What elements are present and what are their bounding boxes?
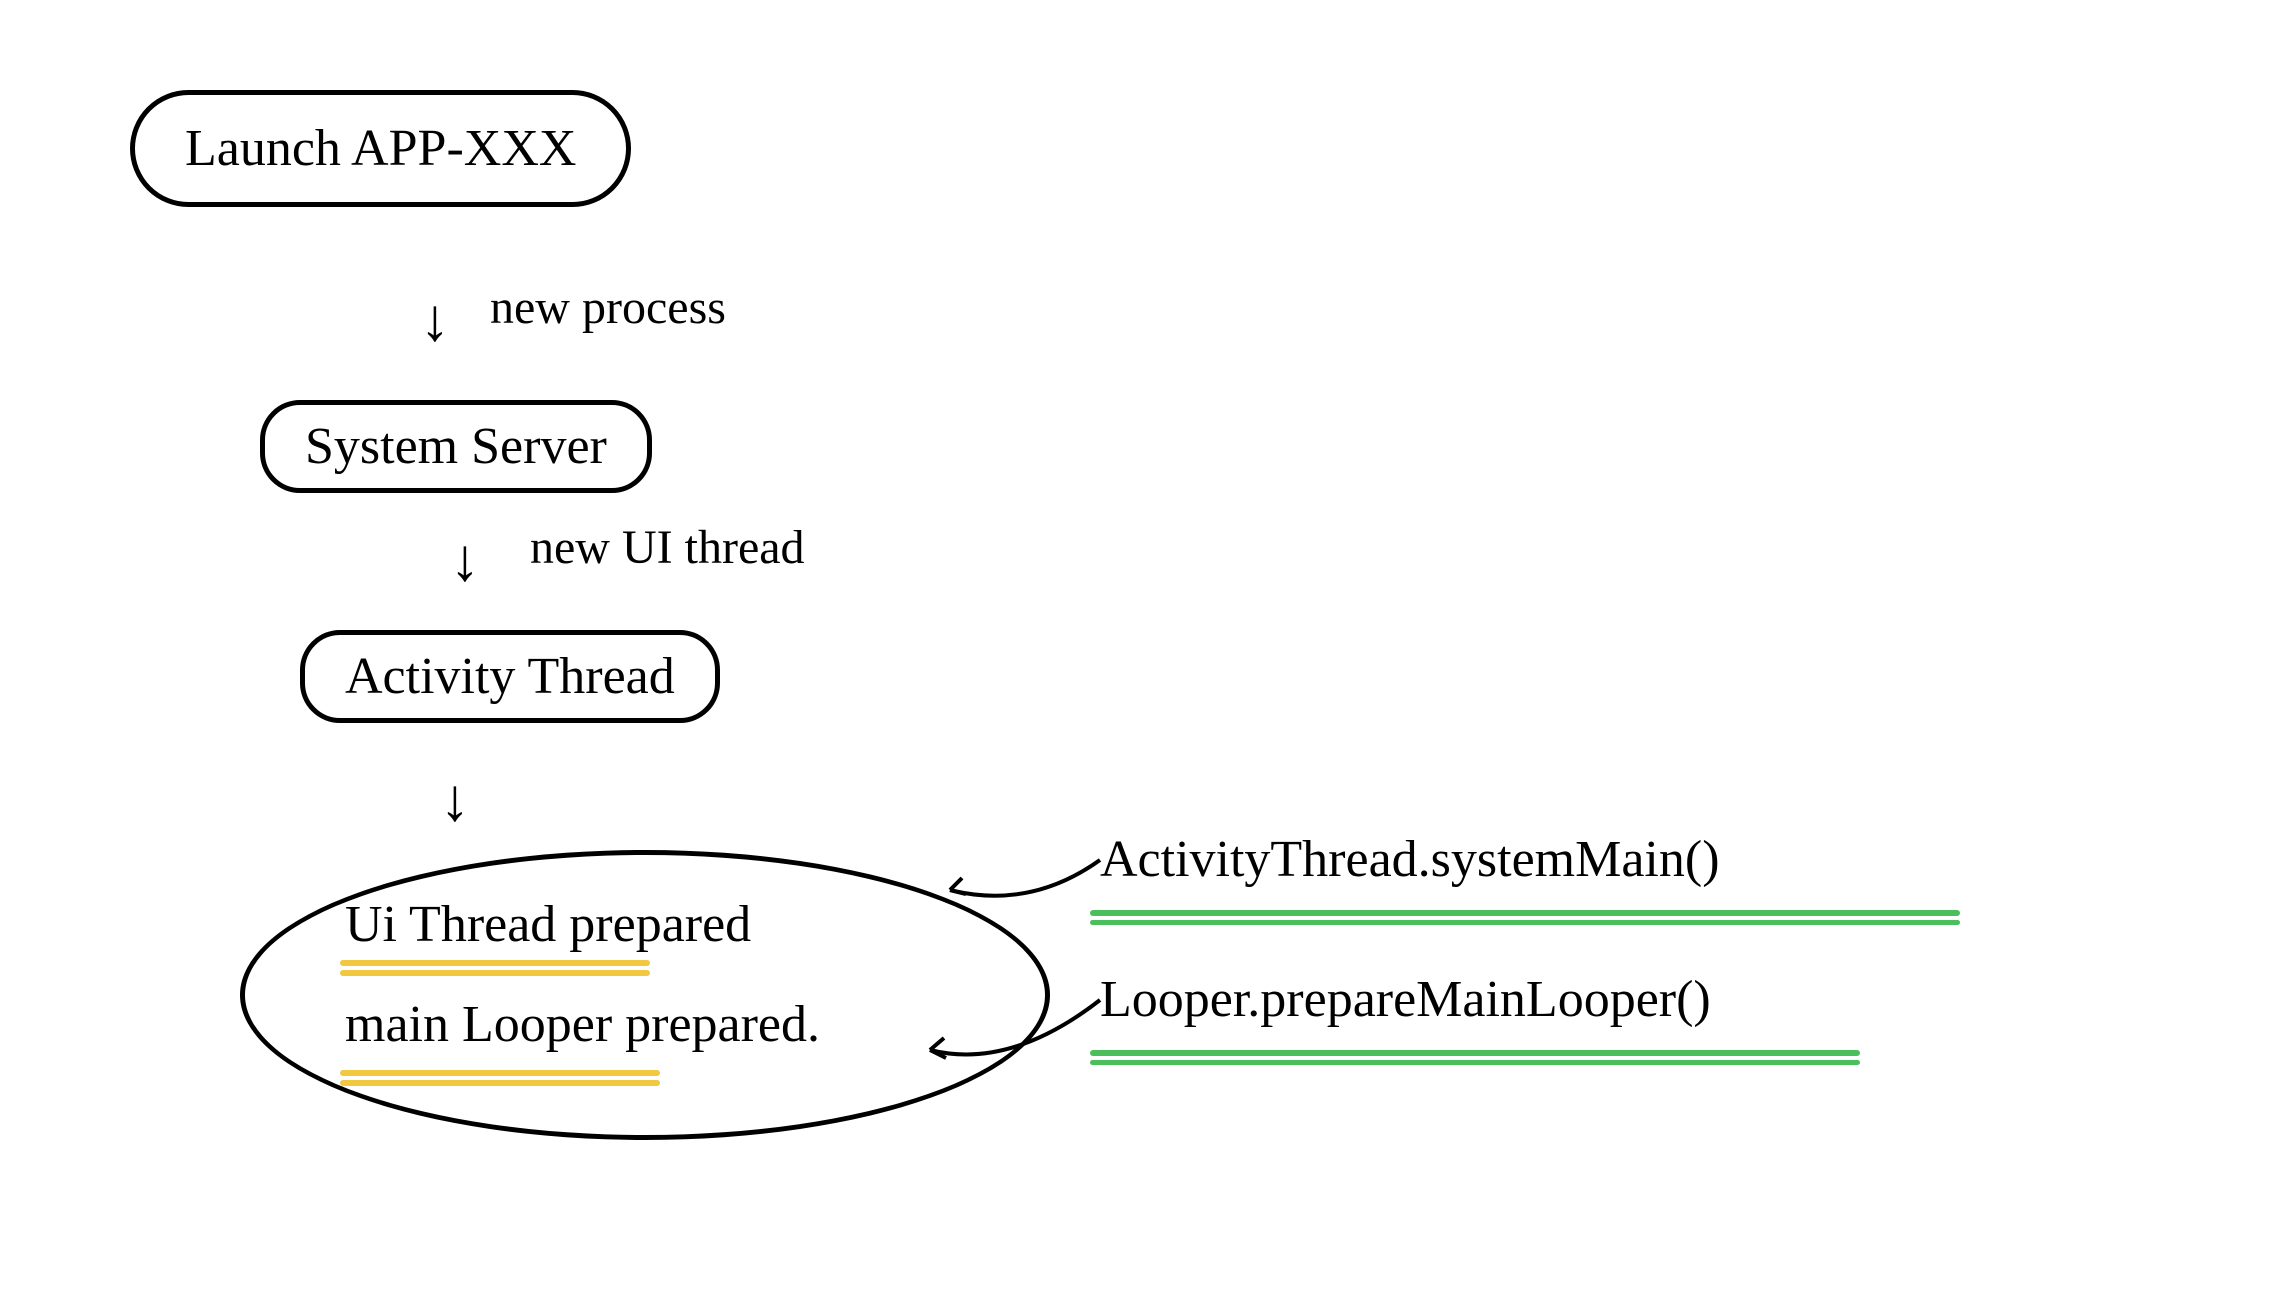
connector-arrow-1 [930,870,1110,930]
underline-main-looper-2 [340,1080,660,1086]
underline-green-prepare-main-looper-2 [1090,1060,1860,1065]
edge-label-new-ui-thread: new UI thread [530,520,805,575]
underline-green-system-main-2 [1090,920,1960,925]
node-system-server-label: System Server [305,418,607,475]
node-prepared-line2: main Looper prepared. [345,995,820,1054]
arrow-down-icon: ↓ [420,290,450,350]
underline-ui-thread [340,960,650,966]
node-launch-app: Launch APP-XXX [130,90,631,207]
node-activity-thread-label: Activity Thread [345,648,675,705]
connector-arrow-2 [930,1000,1110,1080]
node-activity-thread: Activity Thread [300,630,720,723]
arrow-down-icon: ↓ [450,530,480,590]
underline-green-system-main [1090,910,1960,916]
underline-main-looper [340,1070,660,1076]
node-launch-app-label: Launch APP-XXX [185,120,576,177]
node-system-server: System Server [260,400,652,493]
node-prepared: Ui Thread prepared main Looper prepared. [240,850,1050,1140]
annotation-system-main: ActivityThread.systemMain() [1100,830,1720,889]
annotation-prepare-main-looper: Looper.prepareMainLooper() [1100,970,1711,1029]
edge-label-new-process: new process [490,280,726,335]
node-prepared-line1: Ui Thread prepared [345,895,751,954]
diagram-canvas: { "nodes": { "launch_app": "Launch APP-X… [0,0,2271,1300]
underline-ui-thread-2 [340,970,650,976]
underline-green-prepare-main-looper [1090,1050,1860,1056]
arrow-down-icon: ↓ [440,770,470,830]
